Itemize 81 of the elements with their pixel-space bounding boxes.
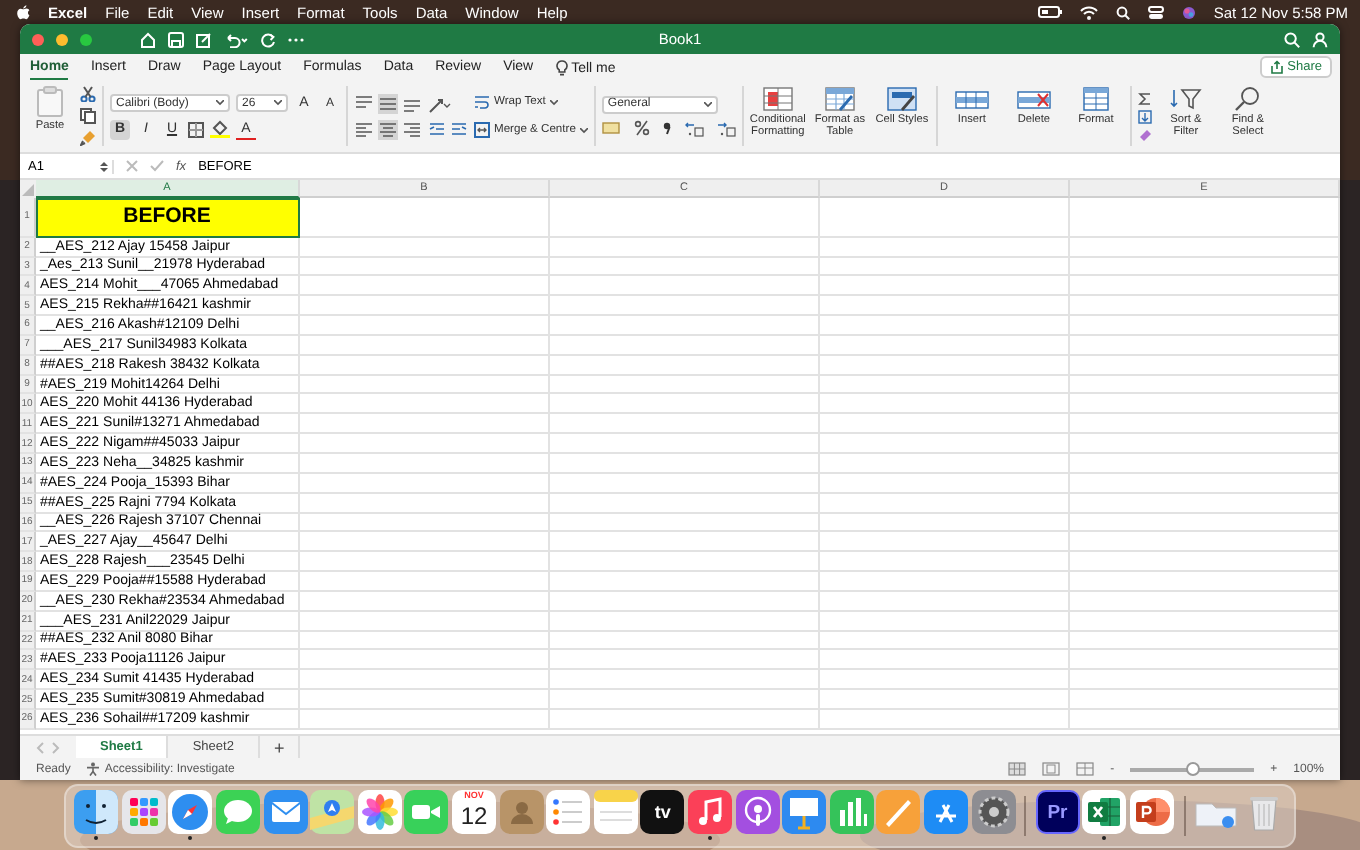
zoom-button[interactable]: [80, 33, 92, 45]
merge-icon: [474, 122, 490, 138]
notepad-icon[interactable]: [593, 790, 638, 834]
table-grid-icon: [1015, 86, 1052, 112]
map-icon[interactable]: [310, 790, 355, 834]
percent-icon[interactable]: [633, 120, 650, 136]
confirm-icon[interactable]: [150, 160, 164, 172]
table-grid-icon: [953, 86, 990, 112]
styled-table-icon: [759, 86, 796, 112]
stepper-icon: [100, 159, 108, 173]
normal-view-icon[interactable]: [1008, 762, 1027, 776]
tv-app-icon[interactable]: tv: [640, 790, 685, 834]
spreadsheet-app-icon[interactable]: [1082, 790, 1127, 834]
accessibility-icon: [86, 762, 101, 776]
undo-icon[interactable]: [224, 31, 248, 47]
fill-color-icon[interactable]: [210, 120, 230, 138]
home-icon[interactable]: [140, 31, 156, 47]
styled-table-icon: [883, 86, 920, 112]
wrap-icon: [474, 94, 490, 110]
borders-icon[interactable]: [188, 121, 204, 137]
orb-icon[interactable]: [1181, 5, 1196, 19]
lightbulb-icon: [555, 60, 568, 76]
envelope-icon[interactable]: [263, 790, 308, 834]
music-note-icon[interactable]: [688, 790, 732, 834]
speech-bubble-icon[interactable]: [216, 790, 261, 834]
search-icon[interactable]: [1115, 5, 1130, 19]
video-app-icon[interactable]: Pr: [1035, 790, 1080, 834]
zoom-slider-thumb[interactable]: [1185, 761, 1200, 775]
presentation-app-icon[interactable]: [1129, 790, 1174, 834]
copy-icon[interactable]: [80, 108, 96, 124]
currency-icon[interactable]: [601, 120, 622, 136]
decrease-decimal-icon[interactable]: [715, 119, 736, 137]
scissors-icon[interactable]: [80, 86, 96, 102]
compass-icon[interactable]: [168, 790, 213, 834]
pen-icon[interactable]: [876, 790, 921, 834]
sort-funnel-icon: [1167, 86, 1204, 112]
podcast-icon[interactable]: [735, 790, 780, 834]
minimize-button[interactable]: [56, 33, 68, 45]
presentation-icon[interactable]: [782, 790, 827, 834]
increase-decimal-icon[interactable]: [683, 119, 704, 137]
flower-icon[interactable]: [357, 790, 402, 834]
styled-table-icon: [821, 86, 858, 112]
comma-style-icon[interactable]: [661, 120, 672, 136]
page-layout-icon[interactable]: [1042, 762, 1061, 776]
page-break-icon[interactable]: [1076, 762, 1095, 776]
edit-icon[interactable]: [196, 31, 212, 47]
caret-icon: [703, 101, 712, 107]
align-top-icon[interactable]: [354, 93, 374, 113]
person-icon[interactable]: [1312, 31, 1328, 47]
table-grid-icon: [1077, 86, 1114, 112]
wifi-icon[interactable]: [1079, 5, 1098, 19]
gear-icon[interactable]: [971, 790, 1016, 834]
caret-icon: [216, 100, 224, 106]
save-icon[interactable]: [168, 31, 184, 47]
finder-icon[interactable]: [74, 790, 119, 834]
cancel-icon[interactable]: [126, 160, 138, 172]
battery-icon[interactable]: [1037, 6, 1062, 18]
share-icon: [1269, 60, 1284, 74]
align-center-icon[interactable]: [378, 119, 398, 139]
bar-chart-icon[interactable]: [829, 790, 874, 834]
table-cell: BEFORE: [36, 198, 300, 238]
caret-icon: [274, 100, 282, 106]
calendar-day: 12: [460, 801, 488, 830]
caret-icon: [549, 99, 558, 105]
caret-icon: [579, 127, 588, 133]
clipboard-icon: [36, 86, 64, 118]
fill-down-icon[interactable]: [1137, 109, 1152, 123]
align-middle-icon[interactable]: [378, 93, 398, 113]
autosum-icon[interactable]: [1137, 91, 1152, 105]
toggles-icon[interactable]: [1147, 5, 1164, 19]
video-camera-icon[interactable]: [404, 790, 449, 834]
app-store-icon[interactable]: [923, 790, 968, 834]
paintbrush-icon[interactable]: [80, 130, 96, 146]
align-left-icon[interactable]: [354, 119, 374, 139]
text-orientation-icon[interactable]: [428, 95, 452, 113]
apple-logo-icon: [16, 4, 30, 20]
redo-icon[interactable]: [260, 31, 276, 47]
checklist-icon[interactable]: [546, 790, 591, 834]
eraser-icon[interactable]: [1137, 127, 1152, 141]
align-right-icon[interactable]: [402, 119, 422, 139]
contacts-book-icon[interactable]: [499, 790, 544, 834]
